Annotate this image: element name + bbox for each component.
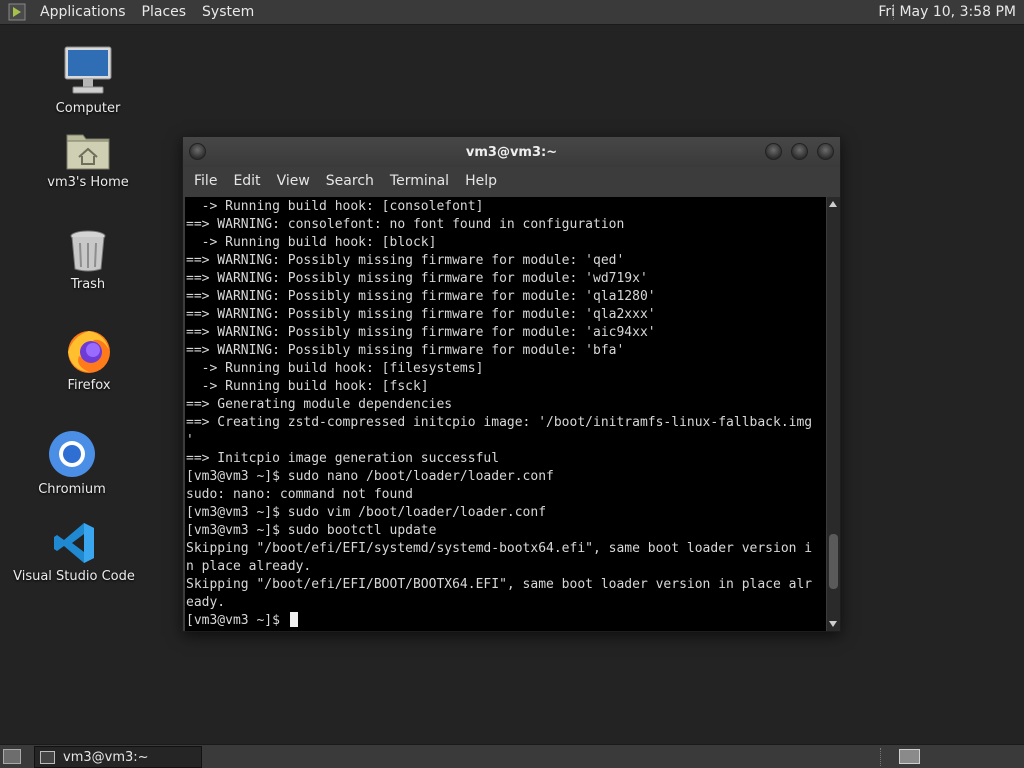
- window-titlebar[interactable]: vm3@vm3:~: [183, 137, 840, 167]
- computer-icon: [63, 45, 113, 97]
- desktop-icon-label: Computer: [55, 101, 121, 116]
- window-title: vm3@vm3:~: [465, 144, 558, 160]
- terminal-scrollbar[interactable]: [827, 197, 840, 631]
- menu-terminal[interactable]: Terminal: [382, 173, 457, 189]
- desktop-icon-label: Chromium: [38, 482, 106, 497]
- menu-search[interactable]: Search: [318, 173, 382, 189]
- close-button[interactable]: [817, 143, 834, 160]
- terminal-line: -> Running build hook: [fsck]: [186, 379, 429, 394]
- taskbar-window-button[interactable]: vm3@vm3:~: [34, 746, 202, 768]
- terminal-text: -> Running build hook: [consolefont] ==> …: [185, 197, 826, 630]
- terminal-output[interactable]: -> Running build hook: [consolefont] ==> …: [185, 197, 826, 631]
- desktop-icon-chromium[interactable]: Chromium: [7, 430, 137, 497]
- terminal-icon: [40, 750, 55, 764]
- terminal-line: -> Running build hook: [filesystems]: [186, 361, 484, 376]
- clock[interactable]: Fri May 10, 3:58 PM: [878, 4, 1016, 20]
- text-cursor: [289, 612, 298, 627]
- terminal-line: ==> WARNING: Possibly missing firmware f…: [186, 343, 625, 358]
- trash-icon: [68, 229, 108, 273]
- desktop-icon-label: Trash: [70, 277, 106, 292]
- terminal-line: -> Running build hook: [consolefont]: [186, 199, 484, 214]
- places-menu[interactable]: Places: [134, 4, 195, 20]
- taskbar-window-label: vm3@vm3:~: [63, 749, 149, 765]
- terminal-line: eady.: [186, 595, 226, 610]
- scroll-down-arrow-icon[interactable]: [829, 621, 837, 627]
- minimize-button[interactable]: [765, 143, 782, 160]
- terminal-prompt-line[interactable]: [vm3@vm3 ~]$: [186, 612, 826, 630]
- terminal-line: ==> Initcpio image generation successful: [186, 451, 500, 466]
- terminal-prompt: [vm3@vm3 ~]$: [186, 613, 288, 628]
- desktop-icon-computer[interactable]: Computer: [23, 45, 153, 116]
- window-menu-button[interactable]: [189, 143, 206, 160]
- desktop-icon-trash[interactable]: Trash: [23, 229, 153, 292]
- workspace-switcher[interactable]: [899, 749, 920, 764]
- desktop-icon-label: vm3's Home: [47, 175, 129, 190]
- firefox-icon: [65, 326, 113, 374]
- desktop-icon-label: Visual Studio Code: [13, 569, 135, 584]
- terminal-line: ==> WARNING: Possibly missing firmware f…: [186, 289, 656, 304]
- bottom-panel: vm3@vm3:~: [0, 744, 1024, 768]
- scrollbar-thumb[interactable]: [829, 533, 838, 589]
- menu-help[interactable]: Help: [457, 173, 505, 189]
- terminal-line: ==> WARNING: Possibly missing firmware f…: [186, 325, 656, 340]
- terminal-line: ==> WARNING: Possibly missing firmware f…: [186, 307, 656, 322]
- terminal-line: ==> Creating zstd-compressed initcpio im…: [186, 415, 813, 430]
- terminal-line: Skipping "/boot/efi/EFI/BOOT/BOOTX64.EFI…: [186, 577, 813, 592]
- terminal-line: [vm3@vm3 ~]$ sudo bootctl update: [186, 523, 437, 538]
- show-desktop-icon[interactable]: [3, 749, 21, 764]
- menu-edit[interactable]: Edit: [225, 173, 268, 189]
- terminal-line: [vm3@vm3 ~]$ sudo vim /boot/loader/loade…: [186, 505, 547, 520]
- panel-separator: [880, 748, 881, 766]
- applications-menu[interactable]: Applications: [32, 4, 134, 20]
- desktop-icon-vscode[interactable]: Visual Studio Code: [9, 521, 139, 584]
- terminal-window[interactable]: vm3@vm3:~ File Edit View Search Terminal…: [182, 136, 841, 632]
- scroll-up-arrow-icon[interactable]: [829, 201, 837, 207]
- terminal-line: ': [186, 433, 194, 448]
- home-folder-icon: [65, 129, 111, 171]
- terminal-line: sudo: nano: command not found: [186, 487, 413, 502]
- terminal-line: ==> WARNING: consolefont: no font found …: [186, 217, 625, 232]
- maximize-button[interactable]: [791, 143, 808, 160]
- system-menu[interactable]: System: [194, 4, 262, 20]
- terminal-line: ==> WARNING: Possibly missing firmware f…: [186, 253, 625, 268]
- menu-view[interactable]: View: [269, 173, 318, 189]
- applications-logo-icon[interactable]: [8, 3, 26, 21]
- terminal-menubar: File Edit View Search Terminal Help: [183, 167, 840, 195]
- terminal-line: -> Running build hook: [block]: [186, 235, 437, 250]
- top-panel: Applications Places System Fri May 10, 3…: [0, 0, 1024, 25]
- terminal-line: Skipping "/boot/efi/EFI/systemd/systemd-…: [186, 541, 813, 556]
- desktop-icon-firefox[interactable]: Firefox: [24, 326, 154, 393]
- terminal-line: [vm3@vm3 ~]$ sudo nano /boot/loader/load…: [186, 469, 554, 484]
- menu-file[interactable]: File: [186, 173, 225, 189]
- desktop-icon-home[interactable]: vm3's Home: [23, 129, 153, 190]
- desktop-icon-label: Firefox: [67, 378, 111, 393]
- terminal-line: ==> Generating module dependencies: [186, 397, 453, 412]
- terminal-line: n place already.: [186, 559, 312, 574]
- terminal-line: ==> WARNING: Possibly missing firmware f…: [186, 271, 648, 286]
- vscode-icon: [52, 521, 96, 565]
- chromium-icon: [48, 430, 96, 478]
